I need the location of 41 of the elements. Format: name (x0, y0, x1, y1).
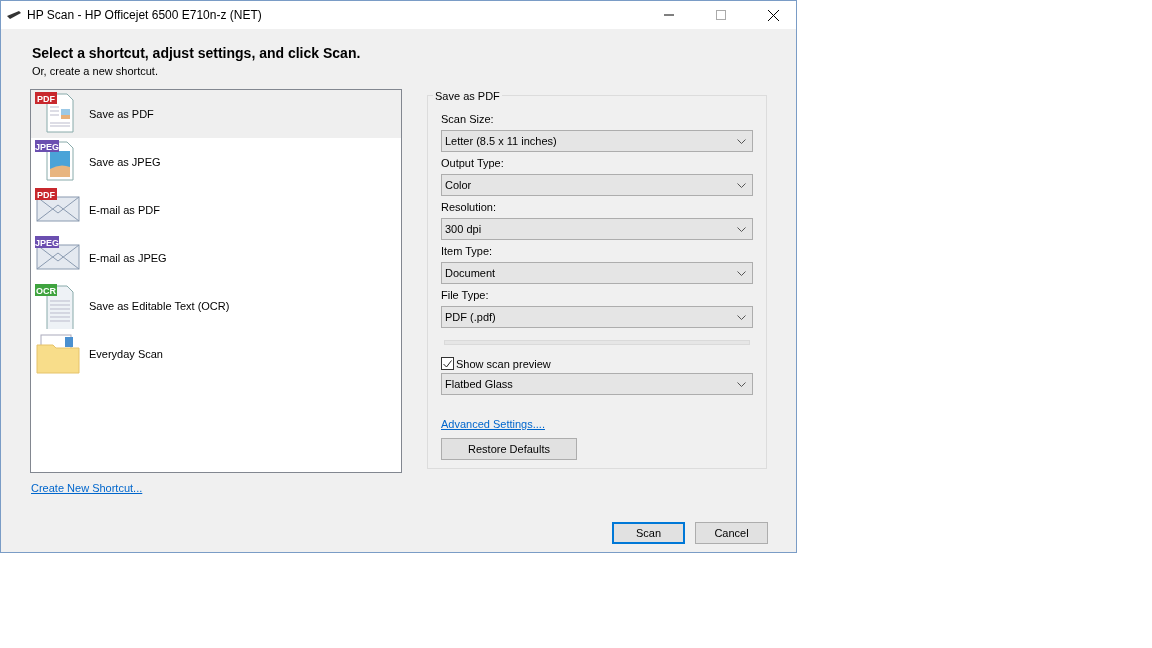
chevron-down-icon (737, 381, 746, 387)
format-badge: OCR (35, 284, 57, 296)
instruction-heading: Select a shortcut, adjust settings, and click Scan. (32, 45, 362, 61)
shortcut-item[interactable]: PDF Save as PDF (31, 90, 401, 138)
dropdown[interactable]: Document (441, 262, 753, 284)
dropdown[interactable]: Flatbed Glass (441, 373, 753, 395)
cancel-button[interactable]: Cancel (695, 522, 768, 544)
group-title: Save as PDF (433, 90, 502, 102)
scan-button[interactable]: Scan (612, 522, 685, 544)
envelope-icon (36, 196, 80, 222)
close-icon (767, 9, 779, 21)
restore-defaults-button[interactable]: Restore Defaults (441, 438, 577, 460)
chevron-down-icon (737, 226, 746, 232)
create-shortcut-link[interactable]: Create New Shortcut... (31, 482, 143, 494)
chevron-down-icon (737, 270, 746, 276)
format-badge: JPEG (35, 140, 59, 152)
maximize-icon (716, 10, 726, 20)
format-badge: PDF (35, 188, 57, 200)
scanner-icon (7, 10, 21, 20)
format-badge: JPEG (35, 236, 59, 248)
field-label: Item Type: (441, 245, 494, 257)
envelope-icon (36, 244, 80, 270)
window-title: HP Scan - HP Officejet 6500 E710n-z (NET) (27, 8, 263, 22)
format-badge: PDF (35, 92, 57, 104)
chevron-down-icon (737, 138, 746, 144)
advanced-settings-link[interactable]: Advanced Settings.... (441, 418, 545, 430)
checkbox-label: Show scan preview (456, 357, 551, 370)
field-label: Output Type: (441, 157, 505, 169)
instruction-subtext: Or, create a new shortcut. (32, 65, 159, 77)
field-label: Resolution: (441, 201, 498, 213)
dropdown[interactable]: PDF (.pdf) (441, 306, 753, 328)
chevron-down-icon (737, 182, 746, 188)
preview-checkbox[interactable] (441, 357, 454, 370)
folder-icon (36, 334, 80, 374)
field-label: Scan Size: (441, 113, 495, 125)
chevron-down-icon (737, 314, 746, 320)
dropdown[interactable]: 300 dpi (441, 218, 753, 240)
field-label: File Type: (441, 289, 490, 301)
checkmark-icon (443, 359, 452, 368)
dropdown[interactable]: Color (441, 174, 753, 196)
dropdown[interactable]: Letter (8.5 x 11 inches) (441, 130, 753, 152)
